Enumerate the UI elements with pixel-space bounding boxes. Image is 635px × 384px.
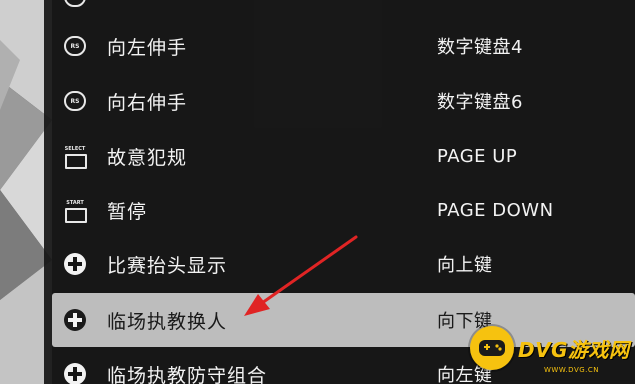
- control-label: 临场执教防守组合: [107, 364, 268, 384]
- rs-stick-icon: RS: [62, 88, 88, 114]
- control-label: 暂停: [107, 200, 148, 223]
- control-label: 向右伸手: [107, 91, 188, 114]
- key-binding: PAGE DOWN: [437, 199, 554, 221]
- control-label: 临场执教换人: [107, 310, 228, 333]
- gamepad-logo-icon: [470, 326, 514, 370]
- select-button-icon: SELECT: [62, 143, 88, 169]
- control-label: 故意犯规: [107, 146, 188, 169]
- key-binding: PAGE UP: [437, 145, 518, 167]
- rs-stick-icon: RS: [62, 33, 88, 59]
- key-binding: 向上键: [437, 255, 493, 276]
- stick-icon: [62, 0, 88, 10]
- control-row-pause[interactable]: START 暂停 PAGE DOWN: [52, 183, 635, 237]
- control-row-intentional-foul[interactable]: SELECT 故意犯规 PAGE UP: [52, 129, 635, 183]
- key-binding: 数字键盘4: [437, 37, 523, 58]
- control-label: 比赛抬头显示: [107, 254, 228, 277]
- watermark-text: DVG游戏网: [518, 337, 630, 362]
- screenshot-stage: RS 向左伸手 数字键盘4 RS 向右伸手 数字键盘6 SELECT 故意犯规 …: [0, 0, 635, 384]
- dpad-icon: [62, 307, 88, 333]
- control-label: 向左伸手: [107, 36, 188, 59]
- control-row-reach-left[interactable]: RS 向左伸手 数字键盘4: [52, 19, 635, 73]
- dpad-icon: [62, 361, 88, 384]
- start-button-icon: START: [62, 197, 88, 223]
- watermark-url: WWW.DVG.CN: [544, 366, 600, 374]
- dpad-icon: [62, 251, 88, 277]
- control-row-reach-right[interactable]: RS 向右伸手 数字键盘6: [52, 74, 635, 128]
- key-binding: 数字键盘6: [437, 92, 523, 113]
- control-row-game-hud[interactable]: 比赛抬头显示 向上键: [52, 237, 635, 291]
